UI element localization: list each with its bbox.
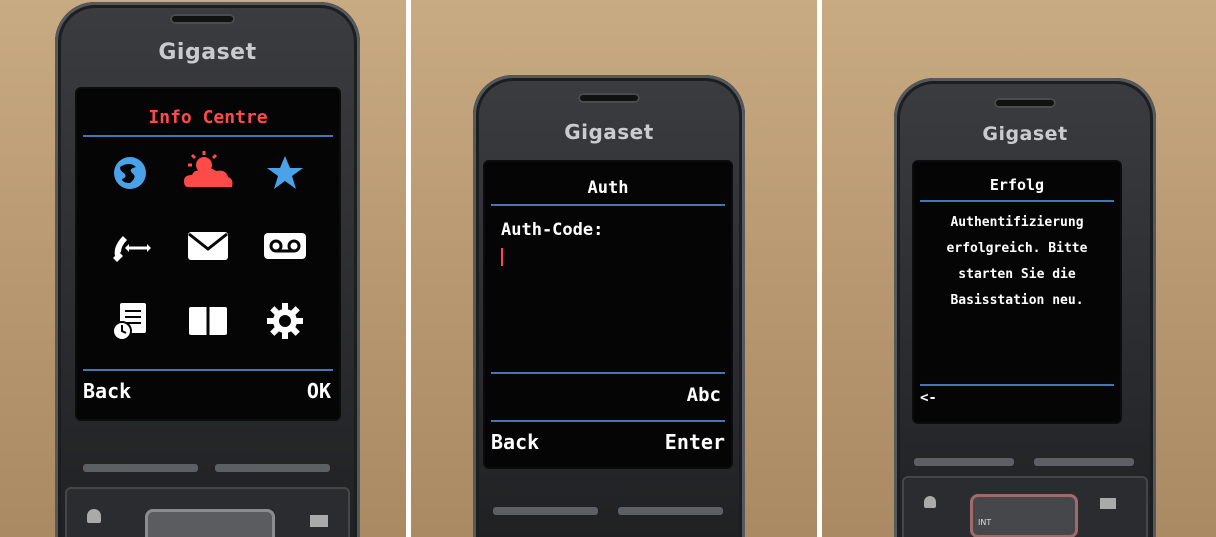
screen-title: Info Centre [148, 107, 268, 128]
brand-logo: Gigaset [158, 40, 257, 65]
earpiece-speaker [994, 98, 1056, 108]
weather-icon[interactable] [180, 149, 236, 193]
favorites-star-icon[interactable] [257, 151, 313, 195]
nav-center-key[interactable]: INT [970, 494, 1078, 537]
title-divider [83, 135, 333, 137]
keypad-area: INT [902, 476, 1148, 537]
message-line: erfolgreich. Bitte [946, 241, 1088, 256]
softkey-back[interactable]: Back [83, 379, 131, 403]
earpiece-speaker [578, 93, 640, 103]
bell-icon[interactable] [924, 496, 936, 508]
envelope-key-icon[interactable] [310, 515, 328, 527]
bell-icon[interactable] [87, 509, 101, 523]
int-key-label: INT [978, 518, 992, 527]
auth-code-label: Auth-Code: [501, 220, 604, 240]
right-softkey-button[interactable] [215, 464, 330, 472]
screen-title: Auth [587, 178, 629, 198]
brand-logo: Gigaset [982, 123, 1068, 145]
voicemail-icon[interactable] [257, 224, 313, 268]
envelope-key-icon[interactable] [1100, 498, 1116, 509]
calendar-icon[interactable] [102, 299, 158, 343]
softkey-ok[interactable]: OK [307, 379, 331, 403]
call-transfer-icon[interactable] [102, 224, 158, 268]
input-divider [491, 372, 725, 374]
title-divider [491, 204, 725, 206]
input-mode-indicator: Abc [686, 384, 721, 406]
handset-body: Gigaset Erfolg Authentifizierung erfolgr… [894, 78, 1156, 537]
photo-panel-info-centre: Gigaset Info Centre Back OK [0, 0, 406, 537]
photo-panel-auth: Gigaset Auth Auth-Code: Abc Back Enter [411, 0, 817, 537]
message-line: Authentifizierung [950, 215, 1084, 230]
message-envelope-icon[interactable] [180, 224, 236, 268]
settings-gear-icon[interactable] [257, 299, 313, 343]
handset-body: Gigaset Info Centre Back OK [55, 2, 360, 537]
earpiece-speaker [170, 14, 235, 24]
text-cursor [501, 247, 503, 266]
softkey-divider [83, 369, 333, 371]
softkey-back-arrow[interactable]: <- [920, 390, 937, 406]
softkey-enter[interactable]: Enter [665, 430, 725, 454]
message-line: starten Sie die [958, 267, 1076, 282]
brand-logo: Gigaset [564, 120, 654, 144]
photo-panel-success: Gigaset Erfolg Authentifizierung erfolgr… [822, 0, 1216, 537]
nav-center-key[interactable] [145, 509, 275, 537]
handset-screen: Erfolg Authentifizierung erfolgreich. Bi… [912, 160, 1122, 424]
handset-body: Gigaset Auth Auth-Code: Abc Back Enter [473, 75, 745, 537]
softkey-back[interactable]: Back [491, 430, 539, 454]
screen-title: Erfolg [989, 176, 1045, 194]
handset-screen: Auth Auth-Code: Abc Back Enter [483, 160, 733, 469]
left-softkey-button[interactable] [493, 507, 598, 515]
softkey-divider [491, 420, 725, 422]
internet-icon[interactable] [102, 151, 158, 195]
left-softkey-button[interactable] [914, 458, 1014, 466]
phonebook-icon[interactable] [180, 299, 236, 343]
keypad-area [65, 487, 350, 537]
softkey-divider [920, 384, 1114, 386]
message-line: Basisstation neu. [950, 293, 1084, 308]
title-divider [920, 200, 1114, 202]
success-message: Authentifizierung erfolgreich. Bitte sta… [922, 210, 1112, 314]
right-softkey-button[interactable] [618, 507, 723, 515]
left-softkey-button[interactable] [83, 464, 198, 472]
right-softkey-button[interactable] [1034, 458, 1134, 466]
auth-code-input[interactable] [501, 246, 701, 268]
handset-screen: Info Centre Back OK [75, 87, 341, 421]
